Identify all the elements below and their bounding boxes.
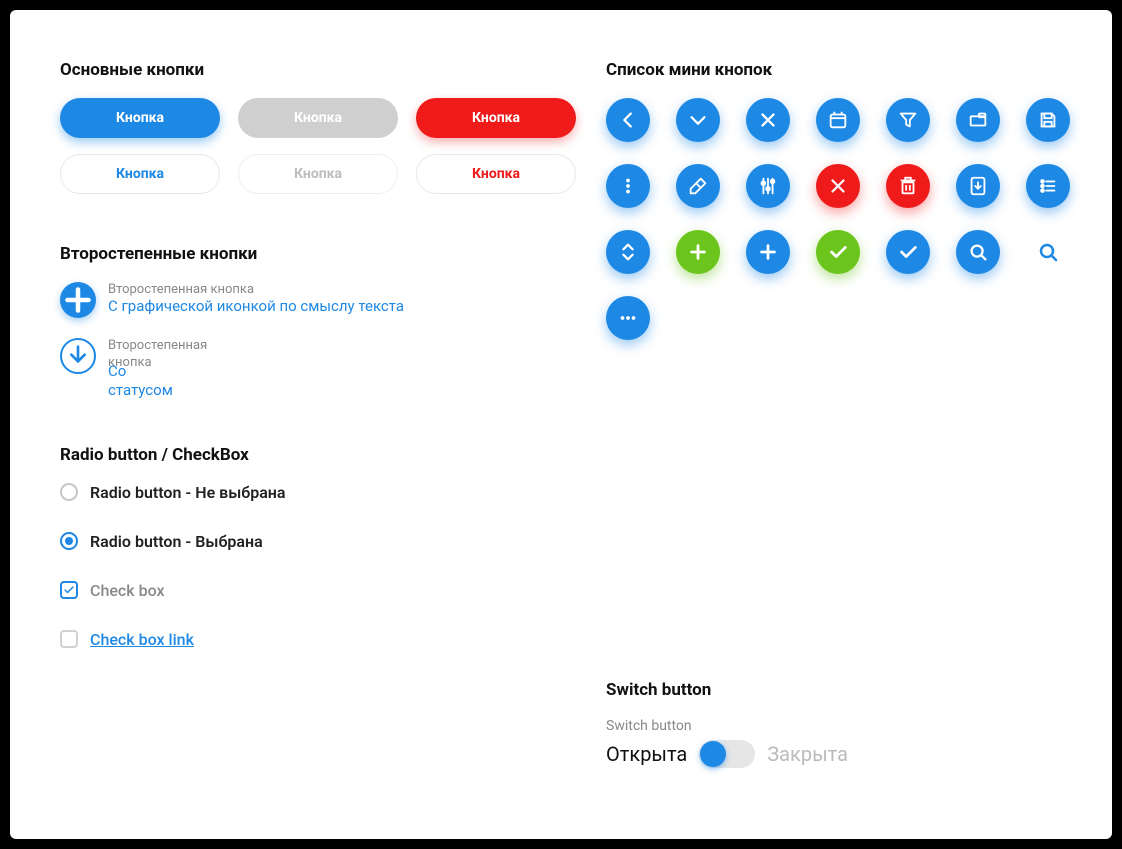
search-ghost-icon[interactable] <box>1026 230 1070 274</box>
close-red-icon[interactable] <box>816 164 860 208</box>
secondary-buttons-heading: Второстепенные кнопки <box>60 244 576 264</box>
button-row: Кнопка Кнопка Кнопка <box>60 98 576 138</box>
chevron-left-icon[interactable] <box>606 98 650 142</box>
main-buttons-heading: Основные кнопки <box>60 60 576 80</box>
mini-button-grid <box>606 98 1086 340</box>
check-blue-icon[interactable] <box>886 230 930 274</box>
search-icon[interactable] <box>956 230 1000 274</box>
switch-state-on: Открыта <box>606 742 687 766</box>
radio-checkbox-heading: Radio button / CheckBox <box>60 445 576 465</box>
calendar-icon[interactable] <box>816 98 860 142</box>
download-file-icon[interactable] <box>956 164 1000 208</box>
switch-state-off: Закрыта <box>767 742 848 766</box>
plus-green-icon[interactable] <box>676 230 720 274</box>
eraser-icon[interactable] <box>676 164 720 208</box>
switch-heading: Switch button <box>606 680 1086 700</box>
save-icon[interactable] <box>1026 98 1070 142</box>
primary-button-red[interactable]: Кнопка <box>416 98 576 138</box>
radio-checked[interactable] <box>60 532 78 550</box>
ghost-button-red[interactable]: Кнопка <box>416 154 576 194</box>
list-icon[interactable] <box>1026 164 1070 208</box>
switch-row: Открыта Закрыта <box>606 740 1086 768</box>
radio-checked-label: Radio button - Выбрана <box>90 532 263 551</box>
checkbox-label: Check box <box>90 581 165 600</box>
dots-vertical-icon[interactable] <box>606 164 650 208</box>
chevron-down-icon[interactable] <box>676 98 720 142</box>
ghost-button-blue[interactable]: Кнопка <box>60 154 220 194</box>
button-row: Кнопка Кнопка Кнопка <box>60 154 576 194</box>
radio-unchecked[interactable] <box>60 483 78 501</box>
trash-icon[interactable] <box>886 164 930 208</box>
primary-button-blue[interactable]: Кнопка <box>60 98 220 138</box>
radio-unchecked-label: Radio button - Не выбрана <box>90 483 286 502</box>
secondary-button-text: Второстепенная кнопка Со статусом <box>108 338 178 401</box>
switch-sublabel: Switch button <box>606 718 1086 734</box>
plus-icon <box>60 282 96 318</box>
secondary-button-text: Второстепенная кнопка С графической икон… <box>108 282 404 315</box>
close-icon[interactable] <box>746 98 790 142</box>
download-icon <box>60 338 96 374</box>
ghost-button-disabled[interactable]: Кнопка <box>238 154 398 194</box>
secondary-button-download[interactable]: Второстепенная кнопка Со статусом <box>60 338 576 401</box>
checkbox-checked[interactable] <box>60 581 78 599</box>
chevrons-ud-icon[interactable] <box>606 230 650 274</box>
filter-icon[interactable] <box>886 98 930 142</box>
secondary-button-plus[interactable]: Второстепенная кнопка С графической икон… <box>60 282 576 318</box>
checkbox-unchecked[interactable] <box>60 630 78 648</box>
mini-buttons-heading: Список мини кнопок <box>606 60 1086 80</box>
primary-button-disabled[interactable]: Кнопка <box>238 98 398 138</box>
checkbox-link-label[interactable]: Check box link <box>90 630 194 649</box>
dots-horizontal-icon[interactable] <box>606 296 650 340</box>
switch-toggle[interactable] <box>699 740 755 768</box>
check-green-icon[interactable] <box>816 230 860 274</box>
plus-blue-icon[interactable] <box>746 230 790 274</box>
switch-knob <box>700 741 726 767</box>
folder-icon[interactable] <box>956 98 1000 142</box>
sliders-icon[interactable] <box>746 164 790 208</box>
